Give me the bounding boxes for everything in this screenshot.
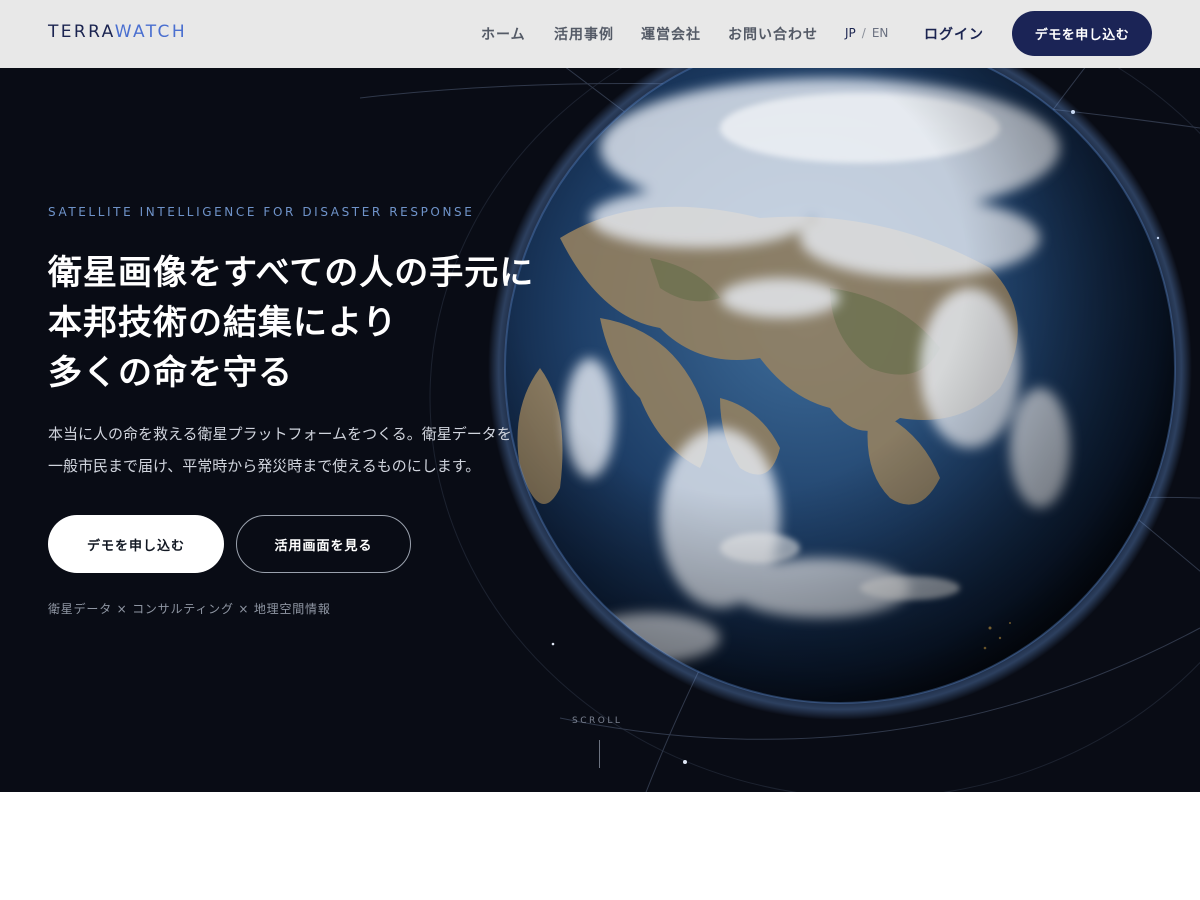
nav-use-cases[interactable]: 活用事例: [554, 24, 614, 44]
hero-headline: 衛星画像をすべての人の手元に 本邦技術の結集により 多くの命を守る: [48, 248, 534, 398]
nav-company[interactable]: 運営会社: [641, 24, 701, 44]
headline-line-2: 本邦技術の結集により: [48, 303, 398, 343]
hero-section: SATELLITE INTELLIGENCE FOR DISASTER RESP…: [0, 68, 1200, 792]
description-line-1: 本当に人の命を救える衛星プラットフォームをつくる。衛星データを: [48, 425, 512, 443]
language-switcher: JP / EN: [845, 26, 888, 40]
scroll-indicator-line: [599, 740, 600, 768]
login-link[interactable]: ログイン: [924, 24, 984, 44]
next-section: [0, 792, 1200, 900]
view-screens-button[interactable]: 活用画面を見る: [236, 515, 411, 573]
scroll-indicator-label[interactable]: SCROLL: [572, 716, 622, 726]
description-line-2: 一般市民まで届け、平常時から発災時まで使えるものにします。: [48, 457, 481, 475]
nav-home[interactable]: ホーム: [481, 24, 526, 44]
lang-separator: /: [861, 26, 866, 40]
hero-description: 本当に人の命を救える衛星プラットフォームをつくる。衛星データを 一般市民まで届け…: [48, 418, 512, 482]
header-demo-button[interactable]: デモを申し込む: [1012, 11, 1152, 56]
hero-demo-button[interactable]: デモを申し込む: [48, 515, 224, 573]
hero-eyebrow: SATELLITE INTELLIGENCE FOR DISASTER RESP…: [48, 205, 475, 219]
hero-tags: 衛星データ × コンサルティング × 地理空間情報: [48, 602, 331, 616]
logo-text-watch: WATCH: [114, 22, 187, 42]
lang-jp-link[interactable]: JP: [845, 26, 856, 40]
logo[interactable]: TERRAWATCH: [48, 22, 187, 42]
logo-text-terra: TERRA: [48, 22, 115, 42]
site-header: TERRAWATCH ホーム 活用事例 運営会社 お問い合わせ JP / EN ログ…: [0, 0, 1200, 68]
headline-line-3: 多くの命を守る: [48, 353, 293, 393]
lang-en-link[interactable]: EN: [872, 26, 889, 40]
nav-contact[interactable]: お問い合わせ: [728, 24, 818, 44]
headline-line-1: 衛星画像をすべての人の手元に: [48, 253, 535, 293]
